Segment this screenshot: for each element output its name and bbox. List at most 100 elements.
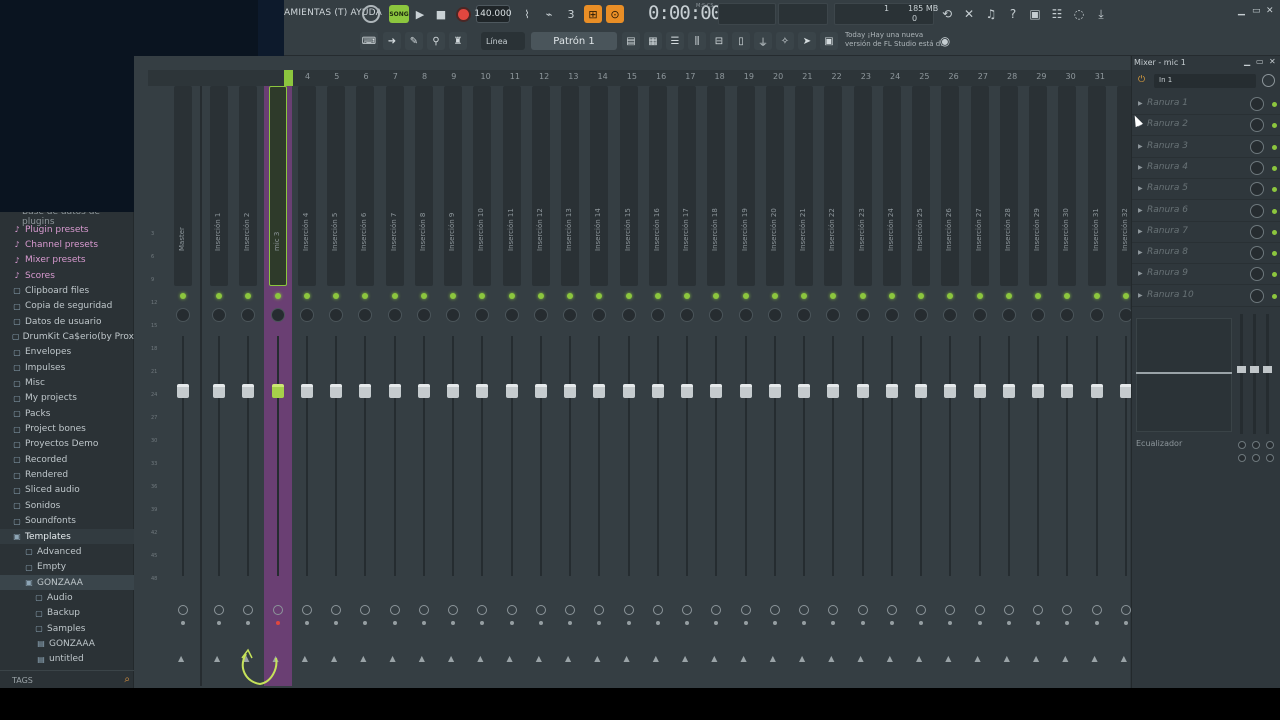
slot-enable-led-icon[interactable]: [1272, 123, 1277, 129]
plugin-icon[interactable]: ⏚: [754, 32, 772, 50]
send-knob[interactable]: [448, 605, 458, 615]
expand-icon[interactable]: ▶: [1138, 143, 1143, 150]
tempo-tapper-icon[interactable]: ✧: [776, 32, 794, 50]
slot-mix-knob[interactable]: [1250, 267, 1264, 282]
send-arrow-icon[interactable]: ▲: [624, 654, 630, 663]
volume-fader[interactable]: [973, 384, 986, 398]
mute-led-icon[interactable]: [654, 293, 661, 299]
mute-led-icon[interactable]: [362, 293, 369, 299]
route-dot[interactable]: [714, 621, 719, 625]
step-edit-icon[interactable]: ⊞: [584, 5, 602, 23]
volume-fader[interactable]: [476, 384, 489, 398]
mute-led-icon[interactable]: [333, 293, 339, 299]
pan-knob[interactable]: [592, 308, 607, 322]
mixer-icon[interactable]: ⫼: [688, 32, 706, 50]
route-dot[interactable]: [1094, 621, 1099, 625]
send-knob[interactable]: [857, 605, 868, 615]
browser-item[interactable]: ▢ Sliced audio: [0, 483, 134, 498]
tempo-display[interactable]: 140.000: [474, 5, 512, 23]
mixer-strip[interactable]: Inserción 4 ▲: [293, 86, 321, 686]
browser-item[interactable]: ▢ Soundfonts: [0, 514, 134, 529]
send-arrow-icon[interactable]: ▲: [214, 654, 220, 663]
loop-record-icon[interactable]: ⊙: [606, 5, 624, 23]
send-knob[interactable]: [945, 605, 956, 615]
pan-knob[interactable]: [972, 308, 987, 322]
slot-enable-led-icon[interactable]: [1272, 272, 1277, 278]
send-knob[interactable]: [828, 605, 839, 615]
song-mode-button[interactable]: SONG: [389, 5, 409, 23]
send-arrow-icon[interactable]: ▲: [770, 654, 776, 663]
send-arrow-icon[interactable]: ▲: [390, 654, 396, 663]
stop-button[interactable]: ■: [433, 5, 449, 23]
mute-led-icon[interactable]: [508, 293, 515, 299]
mixer-strip[interactable]: Inserción 18 ▲: [702, 86, 730, 686]
send-knob[interactable]: [178, 605, 188, 615]
volume-fader[interactable]: [768, 384, 781, 398]
download-icon[interactable]: ⤓: [1092, 5, 1110, 23]
send-arrow-icon[interactable]: ▲: [741, 654, 747, 663]
send-arrow-icon[interactable]: ▲: [975, 654, 981, 663]
mute-led-icon[interactable]: [830, 293, 837, 299]
volume-fader[interactable]: [681, 384, 693, 398]
pan-knob[interactable]: [358, 308, 373, 322]
volume-fader[interactable]: [856, 384, 869, 398]
effect-slot[interactable]: ▶ Ranura 7: [1132, 222, 1280, 243]
send-arrow-icon[interactable]: ▲: [536, 654, 542, 663]
volume-fader[interactable]: [534, 384, 547, 398]
browser-item[interactable]: ▢ Sonidos: [0, 498, 134, 513]
slot-enable-led-icon[interactable]: [1272, 144, 1277, 150]
mute-led-icon[interactable]: [567, 293, 573, 299]
track-name[interactable]: Inserción 12: [536, 181, 544, 251]
stamp-icon[interactable]: ♜: [449, 32, 467, 50]
pan-knob[interactable]: [1060, 308, 1075, 322]
mute-led-icon[interactable]: [801, 293, 807, 299]
send-knob[interactable]: [886, 605, 897, 615]
effect-slot[interactable]: ▶ Ranura 3: [1132, 137, 1280, 158]
route-dot[interactable]: [655, 621, 660, 625]
route-dot[interactable]: [568, 621, 572, 625]
track-name[interactable]: Inserción 29: [1033, 181, 1041, 251]
mixer-strip[interactable]: Inserción 2 ▲: [234, 86, 262, 686]
panel-minimize-icon[interactable]: ▁: [1244, 57, 1250, 66]
volume-fader[interactable]: [593, 384, 606, 398]
browser-item[interactable]: ♪ Channel presets: [0, 237, 134, 252]
slot-mix-knob[interactable]: [1250, 203, 1264, 218]
eq-freq-knob-1[interactable]: [1238, 441, 1246, 449]
route-dot[interactable]: [802, 621, 806, 625]
route-dot[interactable]: [1123, 621, 1128, 625]
pattern-selector[interactable]: Patrón 1: [531, 32, 617, 50]
browser-item[interactable]: ▢ Copia de seguridad: [0, 299, 134, 314]
track-name[interactable]: Inserción 7: [390, 181, 398, 251]
send-knob[interactable]: [331, 605, 341, 615]
volume-fader[interactable]: [915, 384, 927, 398]
mute-led-icon[interactable]: [742, 293, 749, 299]
browser-item[interactable]: ▤ untitled: [0, 652, 134, 667]
send-arrow-icon[interactable]: ▲: [419, 654, 425, 663]
pan-knob[interactable]: [1001, 308, 1016, 322]
volume-fader[interactable]: [447, 384, 459, 398]
pan-knob[interactable]: [855, 308, 870, 322]
volume-fader[interactable]: [1002, 384, 1015, 398]
volume-fader[interactable]: [242, 384, 255, 398]
send-arrow-icon[interactable]: ▲: [507, 654, 513, 663]
track-name[interactable]: Inserción 11: [507, 181, 515, 251]
browser-item[interactable]: ▢ My projects: [0, 391, 134, 406]
mute-led-icon[interactable]: [245, 293, 252, 299]
mute-led-icon[interactable]: [1035, 293, 1041, 299]
mixer-strip[interactable]: Inserción 10 ▲: [468, 86, 496, 686]
pan-knob[interactable]: [680, 308, 694, 322]
pan-knob[interactable]: [621, 308, 636, 322]
track-name[interactable]: Inserción 10: [477, 181, 485, 251]
slot-enable-led-icon[interactable]: [1272, 102, 1277, 107]
send-arrow-icon[interactable]: ▲: [302, 654, 308, 663]
pan-knob[interactable]: [504, 308, 519, 322]
minimize-icon[interactable]: ▁: [1238, 6, 1245, 16]
browser-item[interactable]: ▤ GONZAAA: [0, 636, 134, 651]
route-dot[interactable]: [246, 621, 251, 625]
mixer-strip[interactable]: Inserción 1 ▲: [205, 86, 233, 686]
mixer-strip[interactable]: Inserción 9 ▲: [439, 86, 467, 686]
mixer-strip[interactable]: Inserción 14 ▲: [585, 86, 613, 686]
browser-item[interactable]: ▢ Recorded: [0, 452, 134, 467]
wait-icon[interactable]: ⌁: [540, 5, 558, 23]
route-dot[interactable]: [919, 621, 923, 625]
